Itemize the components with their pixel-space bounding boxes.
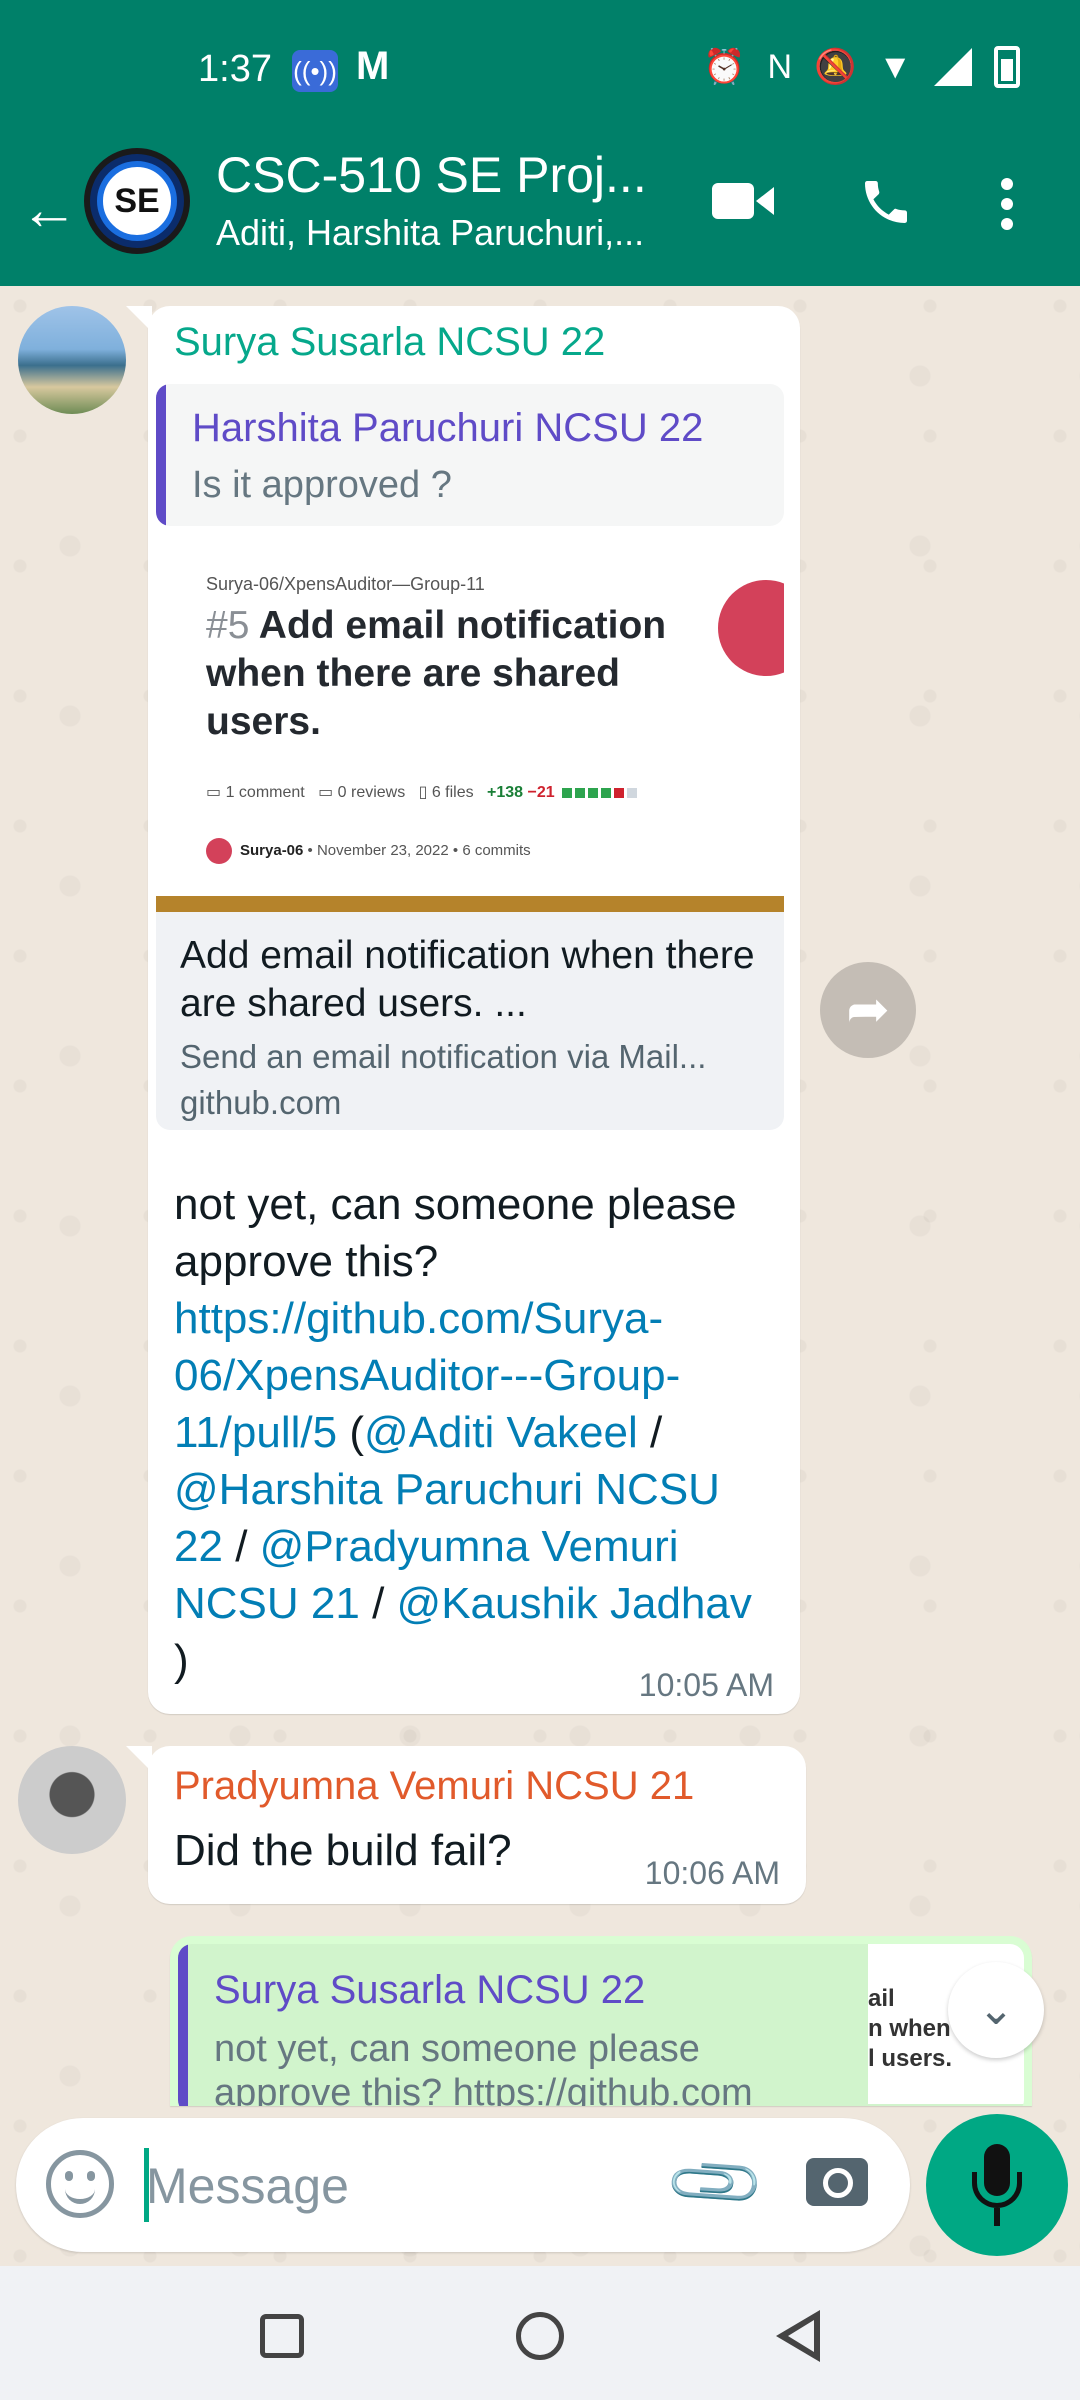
outgoing-message-bubble[interactable]: Surya Susarla NCSU 22 not yet, can someo… [170,1936,1032,2106]
mic-icon-stem [994,2208,1000,2226]
quote-text-line2: approve this? https://github.com [214,2072,753,2106]
alarm-icon: ⏰ [703,48,746,86]
mention-aditi[interactable]: @Aditi Vakeel [364,1408,638,1457]
quote-bar [178,1944,188,2106]
message-input[interactable] [146,2146,666,2226]
file-icon: ▯ [418,784,428,801]
chat-participants[interactable]: Aditi, Harshita Paruchuri,... [216,212,644,254]
emoji-icon[interactable] [46,2150,114,2218]
message-text: Did the build fail? [174,1826,512,1875]
preview-description: Send an email notification via Mail... [180,1038,707,1075]
message-bubble[interactable]: Pradyumna Vemuri NCSU 21 Did the build f… [126,1746,806,1904]
user-avatar-icon [206,838,232,864]
preview-additions: +138 [486,784,524,801]
preview-body[interactable]: Add email notification when there are sh… [156,912,784,1130]
quote-bar [156,384,166,526]
back-arrow-icon[interactable]: ← [20,170,78,250]
mention-separator: / [235,1522,248,1571]
preview-files: 6 files [431,784,474,801]
review-icon: ▭ [318,784,334,801]
preview-reviews: 0 reviews [337,784,406,801]
gmail-icon: M [356,44,390,88]
group-avatar-text: SE [97,161,177,241]
diff-square [575,787,586,798]
diff-square [627,787,638,798]
status-bar: 1:37 ((•)) M ⏰ N 🔕 ▼ [0,0,1080,140]
quote-text: Is it approved ? [192,464,452,506]
chat-header: ← SE CSC-510 SE Proj... Aditi, Harshita … [0,140,1080,286]
mention-separator: / [649,1408,663,1457]
sender-avatar[interactable] [18,1746,126,1854]
diff-square [614,787,625,798]
link-preview[interactable]: Surya-06/XpensAuditor—Group-11 #5 Add em… [156,538,784,1130]
preview-meta: ▭ 1 comment ▭ 0 reviews ▯ 6 files +138 −… [206,782,638,802]
hotspot-icon: ((•)) [292,50,338,92]
mention-separator: / [372,1579,385,1628]
close-paren: ) [174,1636,189,1685]
preview-domain: github.com [180,1084,342,1121]
more-options-icon[interactable] [1000,176,1014,245]
preview-image: Surya-06/XpensAuditor—Group-11 #5 Add em… [156,538,784,902]
voice-message-button[interactable] [926,2114,1068,2256]
recents-icon[interactable] [260,2314,304,2358]
message-time: 10:06 AM [644,1855,780,1891]
comment-icon: ▭ [206,784,222,801]
sender-name[interactable]: Surya Susarla NCSU 22 [174,320,605,365]
signal-icon [934,48,972,86]
preview-pr-title: #5 Add email notification when there are… [206,602,726,746]
diff-square [588,787,599,798]
forward-icon[interactable]: ➦ [820,962,916,1058]
system-nav-bar [0,2266,1080,2400]
mention-kaushik[interactable]: @Kaushik Jadhav [397,1579,752,1628]
sender-name[interactable]: Pradyumna Vemuri NCSU 21 [174,1764,694,1809]
message-composer: 📎 [16,2118,910,2252]
preview-deletions: −21 [527,784,555,801]
wifi-icon: ▼ [878,47,912,86]
message-text: not yet, can someone please approve this… [174,1176,774,1689]
preview-pr-title-text: Add email notification when there are sh… [206,604,667,743]
preview-comments: 1 comment [225,784,305,801]
preview-repo: Surya-06/XpensAuditor—Group-11 [206,574,485,594]
quoted-message[interactable]: Harshita Paruchuri NCSU 22 Is it approve… [156,384,784,526]
status-icons: ⏰ N 🔕 ▼ [703,46,1020,88]
preview-username: Surya-06 [240,841,304,859]
preview-user: Surya-06 • November 23, 2022 • 6 commits [206,838,531,864]
quote-author: Harshita Paruchuri NCSU 22 [192,406,704,450]
attach-icon[interactable]: 📎 [661,2129,770,2238]
sender-avatar[interactable] [18,306,126,414]
battery-icon [994,46,1020,88]
home-icon[interactable] [516,2312,564,2360]
preview-title: Add email notification when there are sh… [180,934,755,1025]
message-plain-text: not yet, can someone please approve this… [174,1180,737,1286]
diff-square [601,787,612,798]
vibrate-off-icon: 🔕 [814,48,857,86]
diff-square [562,787,573,798]
quote-author: Surya Susarla NCSU 22 [214,1968,646,2012]
preview-divider [156,896,784,912]
preview-pr-number: #5 [206,604,250,647]
message-time: 10:05 AM [638,1667,774,1703]
status-time: 1:37 [198,48,272,90]
camera-icon[interactable] [806,2158,868,2206]
video-call-icon[interactable] [712,174,776,236]
nav-back-icon[interactable] [776,2310,820,2362]
mic-icon-base [972,2172,1022,2208]
open-paren: ( [337,1408,364,1457]
message-bubble[interactable]: Surya Susarla NCSU 22 Harshita Paruchuri… [126,306,800,1714]
scroll-to-bottom-icon[interactable]: ⌄ [948,1962,1044,2058]
preview-date: • November 23, 2022 • [307,841,459,859]
nfc-icon: N [767,47,792,86]
preview-commits: 6 commits [462,841,531,859]
group-avatar[interactable]: SE [84,148,190,254]
chat-title[interactable]: CSC-510 SE Proj... [216,146,647,204]
preview-avatar-circle [718,580,784,676]
voice-call-icon[interactable] [858,174,914,243]
quoted-message[interactable]: Surya Susarla NCSU 22 not yet, can someo… [178,1944,1024,2106]
quote-text: not yet, can someone please [214,2028,700,2070]
